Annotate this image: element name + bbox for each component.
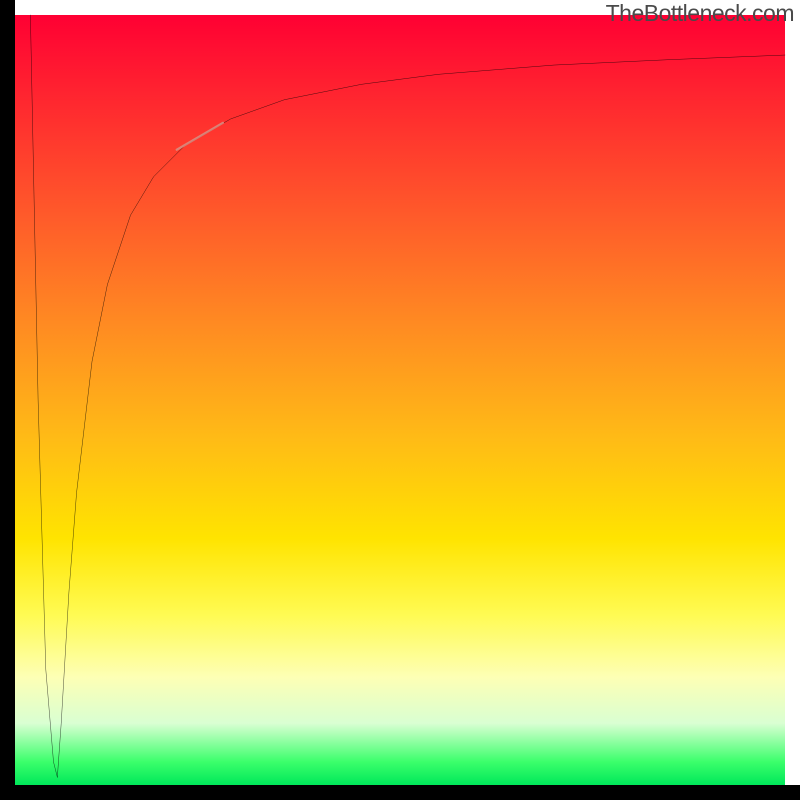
chart-svg	[15, 15, 785, 785]
attribution-watermark: TheBottleneck.com	[606, 0, 794, 27]
main-curve	[57, 55, 785, 777]
marker-highlight	[177, 123, 223, 150]
x-axis	[0, 785, 800, 800]
chart-container: TheBottleneck.com	[0, 0, 800, 800]
y-axis	[0, 0, 15, 800]
spike-line	[30, 15, 57, 777]
